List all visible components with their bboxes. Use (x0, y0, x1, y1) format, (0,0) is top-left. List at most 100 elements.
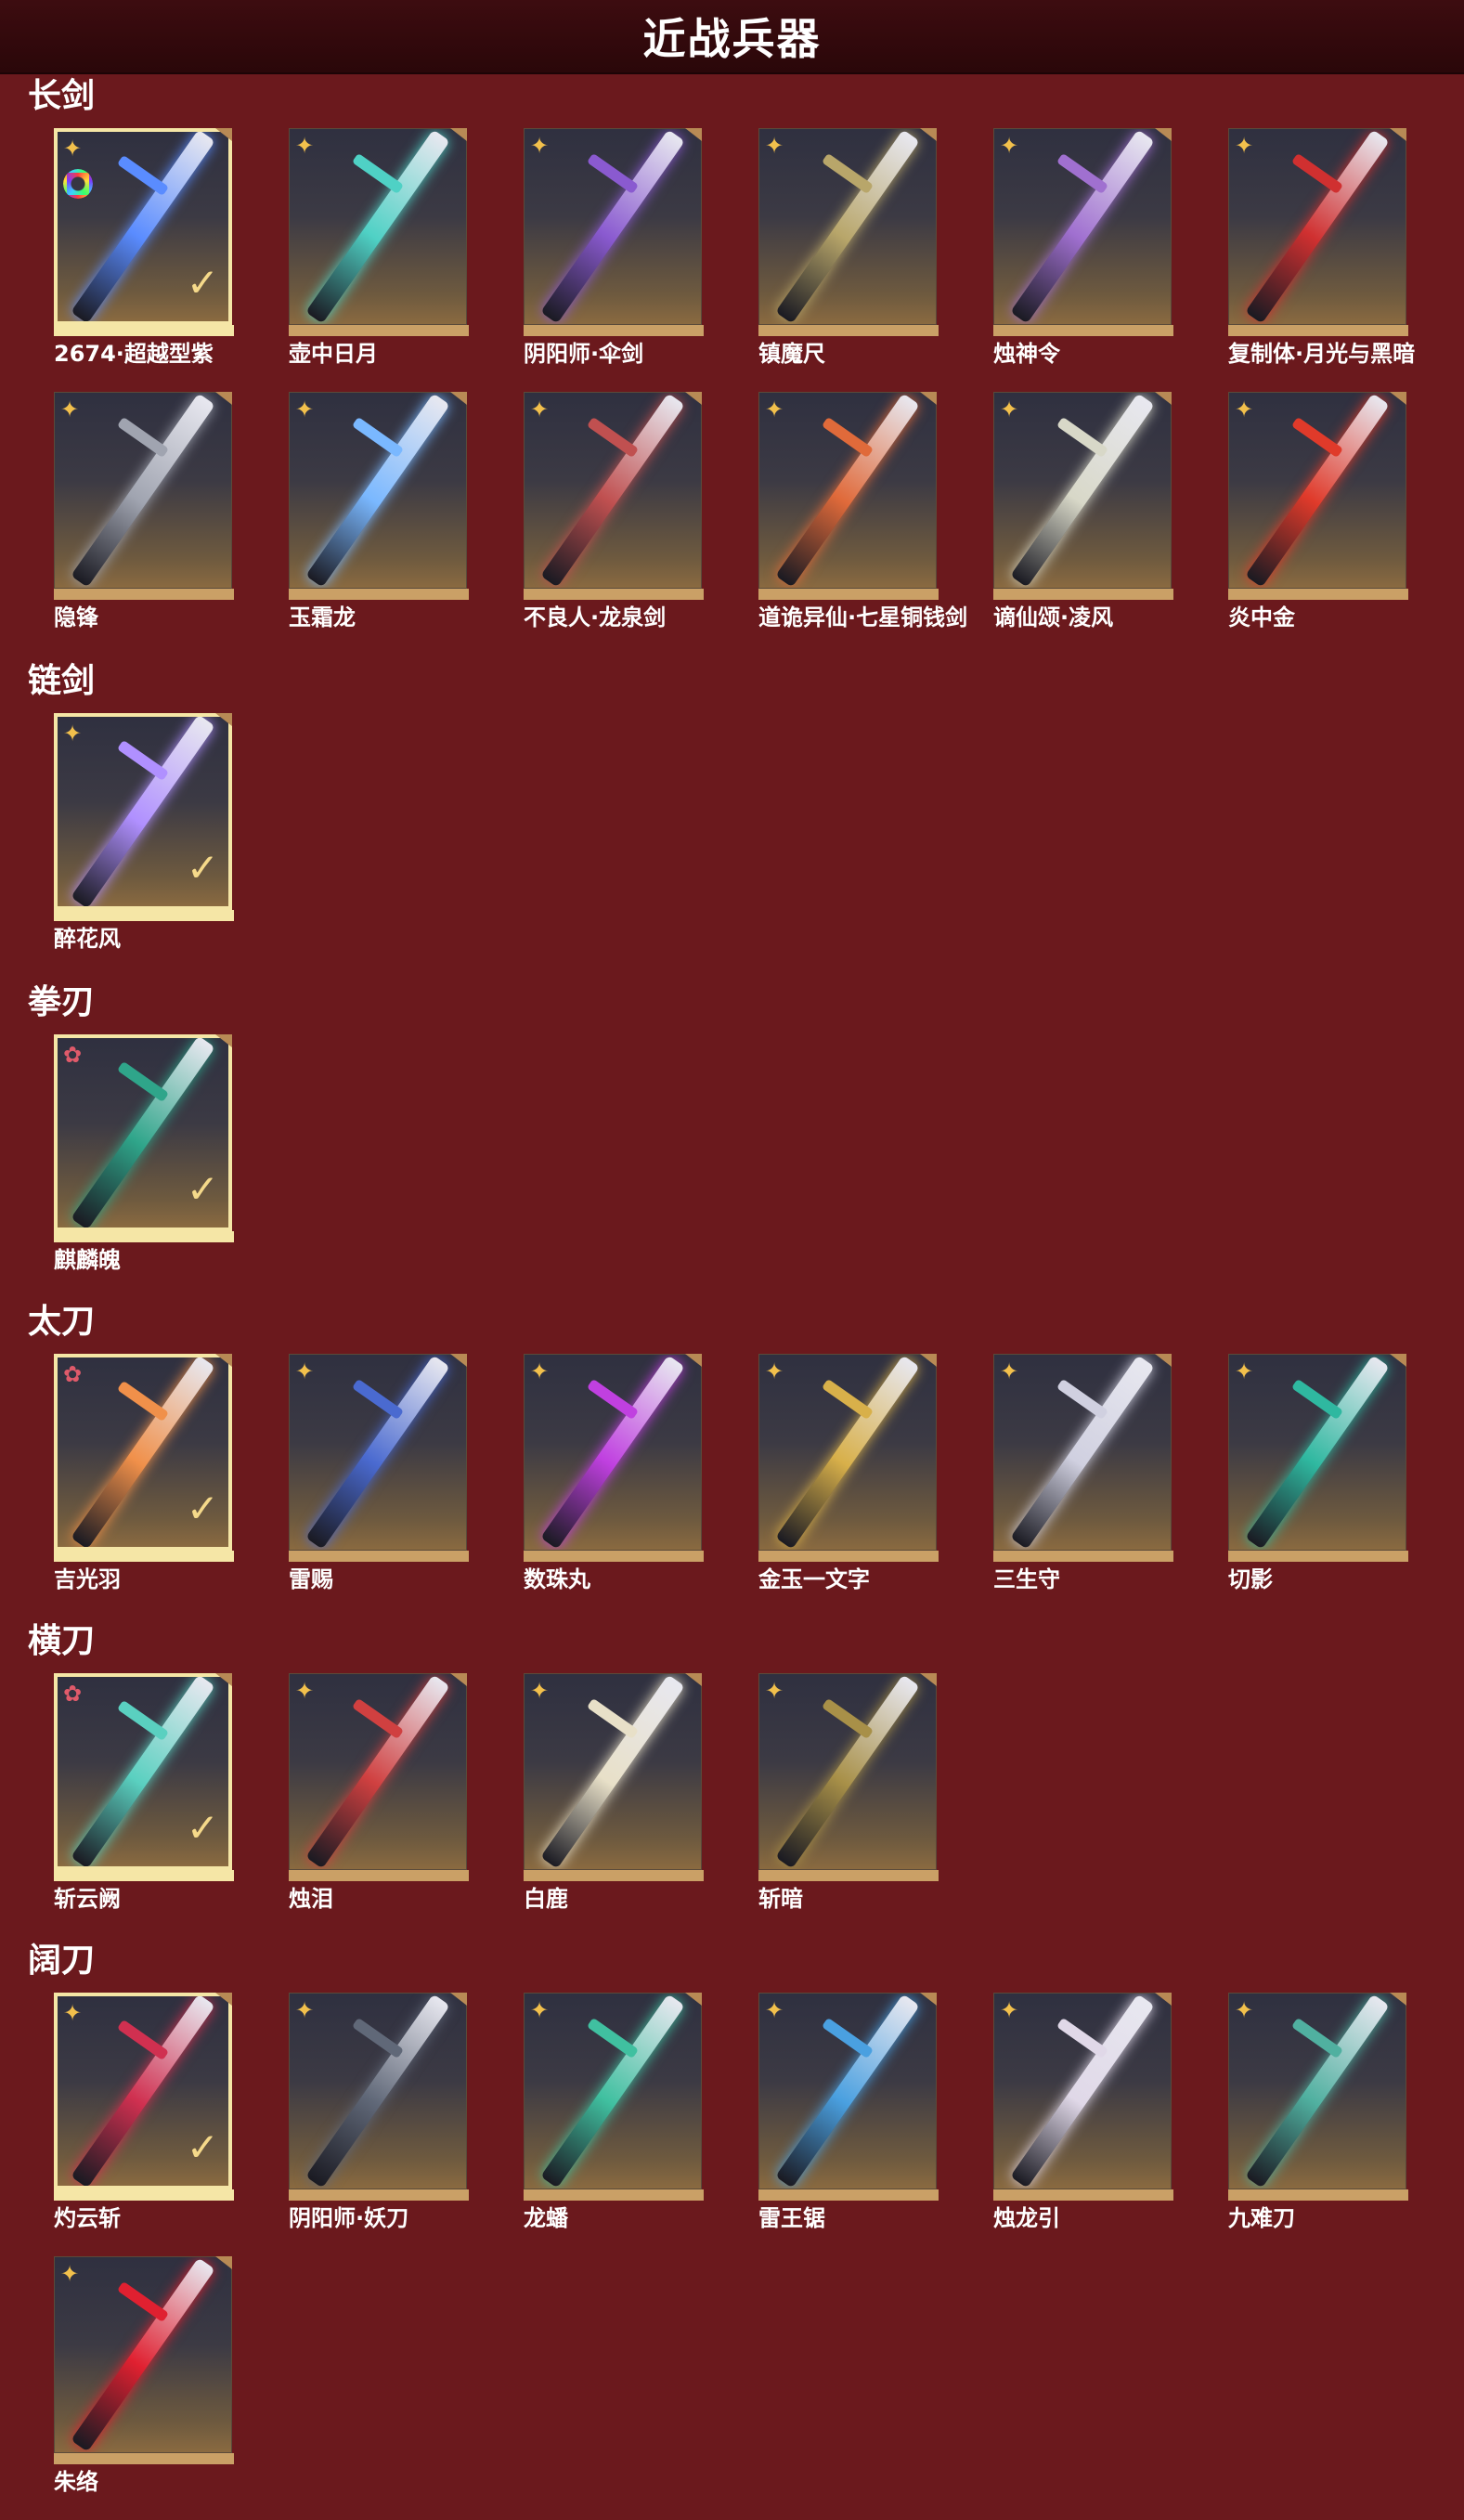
rarity-sparkle-icon: ✦ (63, 721, 83, 747)
weapon-card[interactable]: ✦ 龙蟠 (524, 1993, 704, 2231)
weapon-art: ✦ (1228, 392, 1406, 589)
weapon-hilt-icon (116, 1060, 170, 1102)
rarity-sparkle-icon: ✦ (1235, 133, 1254, 159)
weapon-name: 斩云阙 (54, 1886, 121, 1912)
weapon-hilt-icon (351, 1378, 405, 1421)
card-bottom-bar (758, 1870, 939, 1881)
page-header: 近战兵器 (0, 0, 1464, 74)
weapon-name: 烛龙引 (993, 2205, 1060, 2231)
weapon-name: 2674·超越型紫 (54, 341, 214, 367)
weapon-card[interactable]: ✦ 雷赐 (289, 1354, 469, 1592)
weapon-card[interactable]: ✦ 九难刀 (1228, 1993, 1408, 2231)
weapon-hilt-icon (351, 152, 405, 195)
weapon-blade-icon (1010, 393, 1155, 588)
rarity-sparkle-icon: ✦ (295, 133, 315, 159)
weapon-frame: ✦ (758, 1354, 939, 1564)
card-bottom-bar (993, 2189, 1173, 2201)
weapon-art: ✦ (993, 392, 1172, 589)
weapon-hilt-icon (351, 416, 405, 459)
weapon-card[interactable]: ✦ 金玉一文字 (758, 1354, 939, 1592)
weapon-card[interactable]: ✦ 炎中金 (1228, 392, 1408, 630)
weapon-card[interactable]: ✦ 阴阳师·妖刀 (289, 1993, 469, 2231)
card-bottom-bar (289, 2189, 469, 2201)
section-title: 阔刀 (28, 1942, 96, 1980)
weapon-card[interactable]: ✦ ✓ 灼云斩 (54, 1993, 234, 2231)
weapon-art: ✦ (993, 1993, 1172, 2189)
weapon-hilt-icon (821, 152, 875, 195)
weapon-card[interactable]: ✦ 斩暗 (758, 1673, 939, 1912)
weapon-art: ✦ ✓ (54, 128, 232, 325)
weapon-card[interactable]: ✦ 复制体·月光与黑暗 (1228, 128, 1415, 367)
weapon-blade-icon (1245, 129, 1390, 324)
weapon-card[interactable]: ✦ 不良人·龙泉剑 (524, 392, 704, 630)
section-title: 长剑 (28, 77, 96, 115)
card-bottom-bar (289, 325, 469, 336)
weapon-frame: ✦ (54, 2256, 234, 2466)
card-bottom-bar (524, 2189, 704, 2201)
weapon-blade-icon (305, 1355, 450, 1550)
weapon-blade-icon (1010, 129, 1155, 324)
weapon-card[interactable]: ✦ 隐锋 (54, 392, 234, 630)
weapon-card[interactable]: ✦ 切影 (1228, 1354, 1408, 1592)
rarity-star-icon: ✿ (63, 1042, 83, 1068)
weapon-card[interactable]: ✦ 玉霜龙 (289, 392, 469, 630)
weapon-blade-icon (775, 1355, 920, 1550)
weapon-frame: ✿ ✓ (54, 1673, 234, 1883)
section-title: 链剑 (28, 662, 96, 700)
weapon-name: 三生守 (993, 1566, 1060, 1592)
weapon-card[interactable]: ✿ ✓ 吉光羽 (54, 1354, 234, 1592)
weapon-hilt-icon (351, 1697, 405, 1740)
rarity-sparkle-icon: ✦ (1235, 396, 1254, 422)
card-bottom-bar (524, 1551, 704, 1562)
weapon-card[interactable]: ✦ ✓ 2674·超越型紫 (54, 128, 234, 367)
weapon-card[interactable]: ✦ 烛龙引 (993, 1993, 1173, 2231)
weapon-blade-icon (775, 1994, 920, 2189)
weapon-card[interactable]: ✦ ✓ 醉花风 (54, 713, 234, 952)
weapon-card[interactable]: ✦ 烛神令 (993, 128, 1173, 367)
weapon-art: ✦ (289, 1993, 467, 2189)
rarity-sparkle-icon: ✦ (765, 1997, 784, 2023)
weapon-name: 炎中金 (1228, 604, 1295, 630)
weapon-card[interactable]: ✦ 镇魔尺 (758, 128, 939, 367)
rarity-sparkle-icon: ✦ (60, 396, 80, 422)
rarity-sparkle-icon: ✦ (1235, 1358, 1254, 1384)
card-bottom-bar (54, 1551, 234, 1562)
weapon-frame: ✦ (1228, 1993, 1408, 2202)
weapon-name: 烛泪 (289, 1886, 333, 1912)
weapon-frame: ✦ (289, 128, 469, 338)
rarity-sparkle-icon: ✦ (530, 396, 550, 422)
weapon-card[interactable]: ✿ ✓ 斩云阙 (54, 1673, 234, 1912)
rarity-sparkle-icon: ✦ (295, 1678, 315, 1704)
weapon-card[interactable]: ✦ 朱络 (54, 2256, 234, 2495)
card-bottom-bar (289, 589, 469, 600)
checkmark-icon: ✓ (186, 260, 219, 305)
weapon-card[interactable]: ✦ 谪仙颂·凌风 (993, 392, 1173, 630)
weapon-card[interactable]: ✦ 白鹿 (524, 1673, 704, 1912)
weapon-name: 谪仙颂·凌风 (993, 604, 1114, 630)
weapon-frame: ✦ (289, 1673, 469, 1883)
weapon-card[interactable]: ✦ 烛泪 (289, 1673, 469, 1912)
weapon-hilt-icon (586, 416, 640, 459)
rarity-sparkle-icon: ✦ (1000, 1358, 1019, 1384)
card-bottom-bar (524, 325, 704, 336)
weapon-card[interactable]: ✦ 三生守 (993, 1354, 1173, 1592)
card-bottom-bar (54, 2189, 234, 2201)
weapon-card[interactable]: ✦ 数珠丸 (524, 1354, 704, 1592)
weapon-blade-icon (71, 2257, 215, 2452)
weapon-card[interactable]: ✦ 壶中日月 (289, 128, 469, 367)
weapon-frame: ✦ (289, 1354, 469, 1564)
weapon-name: 阴阳师·伞剑 (524, 341, 644, 367)
weapon-name: 镇魔尺 (758, 341, 825, 367)
page-title: 近战兵器 (642, 14, 822, 64)
weapon-blade-icon (305, 393, 450, 588)
weapon-frame: ✦ (524, 1993, 704, 2202)
weapon-card[interactable]: ✦ 道诡异仙·七星铜钱剑 (758, 392, 967, 630)
weapon-card[interactable]: ✿ ✓ 麒麟魄 (54, 1034, 234, 1273)
weapon-frame: ✦ (524, 1354, 704, 1564)
weapon-name: 切影 (1228, 1566, 1273, 1592)
weapon-hilt-icon (116, 739, 170, 781)
weapon-frame: ✦ (289, 1993, 469, 2202)
weapon-card[interactable]: ✦ 雷王锯 (758, 1993, 939, 2231)
weapon-card[interactable]: ✦ 阴阳师·伞剑 (524, 128, 704, 367)
weapon-frame: ✦ (54, 392, 234, 602)
